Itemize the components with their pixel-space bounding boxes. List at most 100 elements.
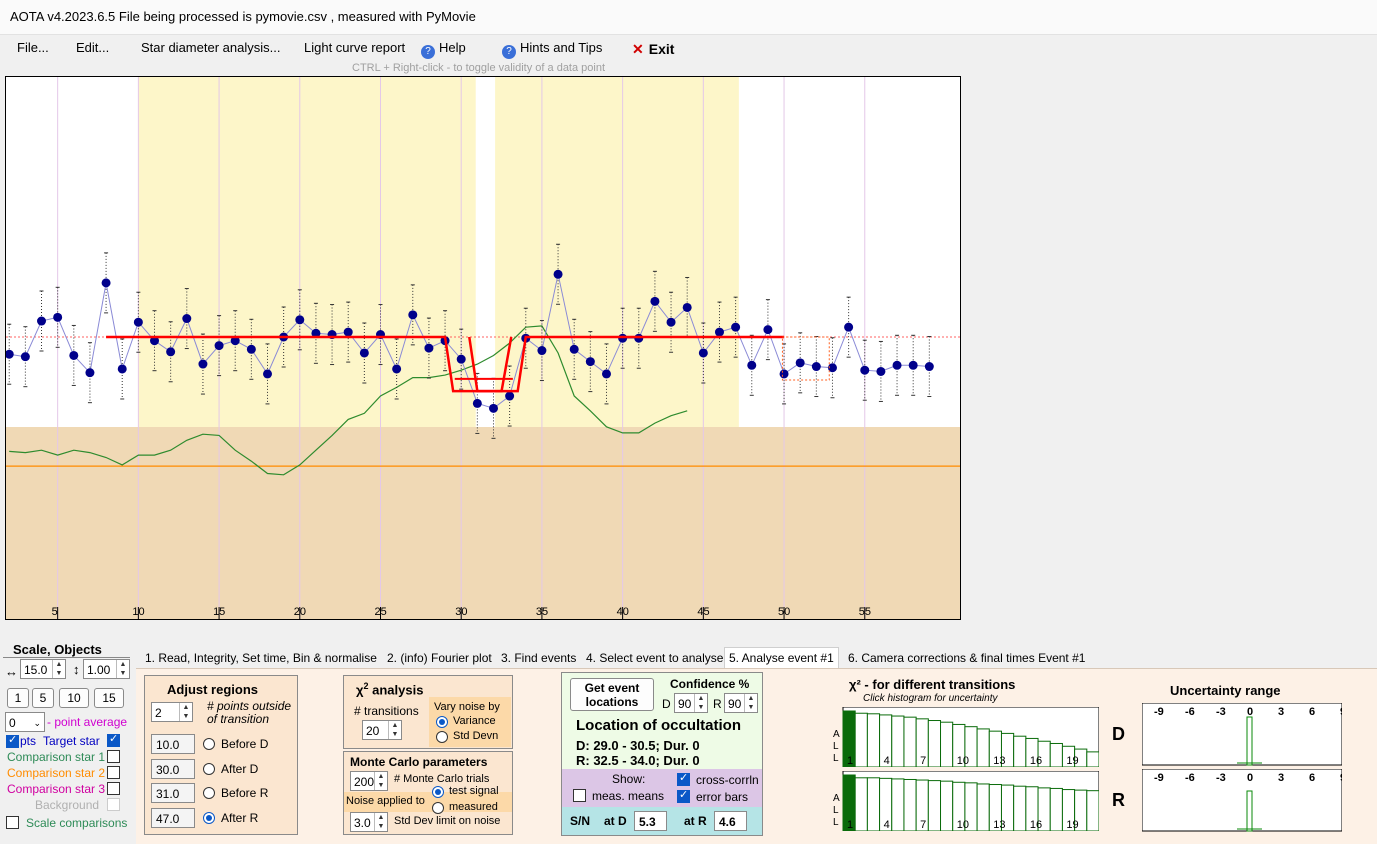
std-devn-radio[interactable] [436, 731, 448, 743]
vertical-scale-input[interactable]: 1.00 ▲ ▼ [83, 659, 130, 679]
point-average-select[interactable]: 0 ⌄ [5, 712, 45, 732]
sn-group: S/N at D 5.3 at R 4.6 [562, 807, 762, 835]
tab-camera-corrections[interactable]: 6. Camera corrections & final times Even… [843, 647, 1090, 669]
spin-arrows-icon[interactable]: ▲ ▼ [744, 694, 757, 712]
r-chi2-histogram[interactable]: ALL 1 4 7 10 13 16 19 [831, 771, 1099, 831]
spin-arrows-icon[interactable]: ▲ ▼ [52, 660, 65, 678]
menu-edit[interactable]: Edit... [76, 40, 109, 55]
show-label: Show: [612, 772, 646, 786]
menu-help[interactable]: ? Help [421, 40, 466, 59]
monte-carlo-box: Monte Carlo parameters 200 ▲ ▼ # Monte Car… [343, 751, 513, 835]
after-d-field[interactable]: 30.0 [151, 759, 195, 779]
target-star-point [85, 368, 95, 378]
x-tick-label: 40 [617, 606, 629, 618]
tab-analyse-event[interactable]: 5. Analyse event #1 [724, 647, 839, 668]
target-star-point [295, 315, 305, 325]
menu-hints[interactable]: ? Hints and Tips [502, 40, 602, 59]
target-star-point [408, 310, 418, 320]
histogram-bar [976, 783, 990, 831]
target-star-point [731, 322, 741, 332]
menu-star-diameter[interactable]: Star diameter analysis... [141, 40, 280, 55]
uncertainty-tick-label: 3 [1278, 772, 1284, 784]
target-star-checkbox[interactable] [107, 732, 120, 747]
background-checkbox[interactable] [107, 798, 120, 811]
comparison-star-1-checkbox[interactable] [107, 750, 120, 763]
before-d-radio[interactable] [203, 738, 215, 750]
confidence-d-input[interactable]: 90 ▲ ▼ [674, 693, 708, 713]
menu-exit[interactable]: ✕ Exit [632, 41, 674, 58]
monte-carlo-trials-input[interactable]: 200 ▲ ▼ [350, 771, 388, 791]
histogram-axis-letter: A [833, 793, 840, 804]
point-average-value: 0 [9, 716, 16, 730]
test-signal-label: test signal [449, 785, 499, 797]
spin-arrows-icon[interactable]: ▲ ▼ [116, 660, 129, 678]
noise-applied-label: Noise applied to [346, 795, 425, 807]
uncertainty-tick-label: 6 [1309, 706, 1315, 718]
preset-1-button[interactable]: 1 [7, 688, 29, 708]
x-tick-label: 10 [132, 606, 144, 618]
sn-d-field: 5.3 [634, 811, 667, 831]
histogram-tick-label: 7 [920, 819, 926, 831]
spin-arrows-icon[interactable]: ▲ ▼ [374, 772, 387, 790]
pts-checkbox[interactable] [6, 733, 19, 748]
test-signal-radio[interactable] [432, 786, 444, 798]
target-star-point [908, 360, 918, 370]
get-event-locations-button[interactable]: Get event locations [570, 678, 654, 711]
cross-corrln-checkbox[interactable] [677, 771, 690, 786]
after-r-radio[interactable] [203, 812, 215, 824]
d-uncertainty-plot: -9 -6 -3 0 3 6 9 [1142, 703, 1342, 766]
comparison-star-2-checkbox[interactable] [107, 766, 120, 779]
before-d-field[interactable]: 10.0 [151, 734, 195, 754]
noise-limit-input[interactable]: 3.0 ▲ ▼ [350, 812, 388, 832]
preset-5-button[interactable]: 5 [32, 688, 54, 708]
comparison-star-1-label: Comparison star 1 [7, 750, 106, 764]
spin-arrows-icon[interactable]: ▲ ▼ [388, 721, 401, 739]
target-star-point [601, 369, 611, 379]
variance-radio[interactable] [436, 716, 448, 728]
histogram-bar [854, 777, 868, 831]
comparison-star-3-checkbox[interactable] [107, 782, 120, 795]
transitions-input[interactable]: 20 ▲ ▼ [362, 720, 402, 740]
before-r-field[interactable]: 31.0 [151, 783, 195, 803]
get-event-label-2: locations [585, 695, 639, 709]
light-curve-svg[interactable]: 5 10 15 20 25 30 35 40 45 50 55 [6, 77, 960, 619]
menu-light-curve-report[interactable]: Light curve report [304, 40, 405, 55]
measured-radio[interactable] [432, 802, 444, 814]
points-outside-input[interactable]: 2 ▲ ▼ [151, 702, 193, 722]
histogram-bar [1086, 751, 1099, 767]
histogram-tick-label: 4 [884, 755, 890, 767]
light-curve-plot[interactable]: 5 10 15 20 25 30 35 40 45 50 55 [5, 76, 961, 620]
d-chi2-histogram[interactable]: ALL 1 4 7 10 13 16 19 [831, 707, 1099, 767]
error-bars-checkbox[interactable] [677, 788, 690, 803]
tab-select-event[interactable]: 4. Select event to analyse [581, 647, 728, 669]
preset-15-button[interactable]: 15 [94, 688, 124, 708]
horizontal-scale-input[interactable]: 15.0 ▲ ▼ [20, 659, 66, 679]
confidence-label: Confidence % [670, 677, 750, 691]
menu-file[interactable]: File... [17, 40, 49, 55]
histogram-bar [1013, 735, 1027, 767]
histogram-axis-letter: L [833, 741, 839, 752]
tab-fourier-plot[interactable]: 2. (info) Fourier plot [382, 647, 497, 669]
r-location-text: R: 32.5 - 34.0; Dur. 0 [576, 753, 700, 768]
after-d-radio[interactable] [203, 763, 215, 775]
confidence-d-value: 90 [678, 697, 692, 711]
preset-10-button[interactable]: 10 [59, 688, 89, 708]
before-r-radio[interactable] [203, 787, 215, 799]
meas-means-checkbox[interactable] [573, 789, 586, 802]
target-star-point [795, 358, 805, 368]
after-r-field[interactable]: 47.0 [151, 808, 195, 828]
spin-arrows-icon[interactable]: ▲ ▼ [694, 694, 707, 712]
histogram-bar [903, 716, 917, 767]
uncertainty-tick-label: 3 [1278, 706, 1284, 718]
target-star-point [246, 344, 256, 354]
spin-arrows-icon[interactable]: ▲ ▼ [374, 813, 387, 831]
spin-arrows-icon[interactable]: ▲ ▼ [179, 703, 192, 721]
uncertainty-tick-label: -6 [1185, 772, 1195, 784]
confidence-d-label: D [662, 697, 671, 711]
tab-read-integrity[interactable]: 1. Read, Integrity, Set time, Bin & norm… [140, 647, 382, 669]
histogram-bar [940, 780, 954, 831]
histogram-tick-label: 7 [920, 755, 926, 767]
scale-comparisons-checkbox[interactable] [6, 816, 19, 829]
tab-find-events[interactable]: 3. Find events [496, 647, 581, 669]
confidence-r-input[interactable]: 90 ▲ ▼ [724, 693, 758, 713]
